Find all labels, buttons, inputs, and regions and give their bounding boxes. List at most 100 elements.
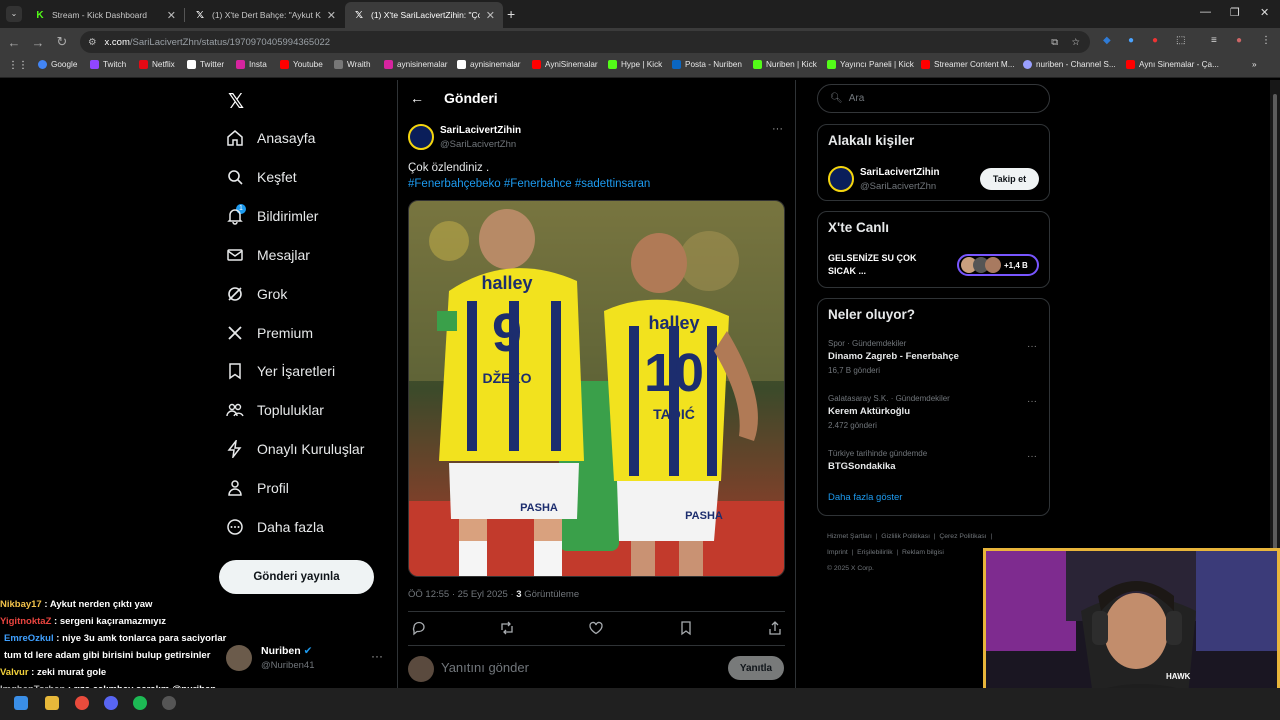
repost-icon[interactable] [499,620,515,636]
live-listeners[interactable]: +1,4 B [957,254,1039,276]
follow-button[interactable]: Takip et [980,168,1039,190]
author-name[interactable]: SariLacivertZihin [440,125,521,136]
share-icon[interactable] [767,620,783,636]
trend-item[interactable]: Spor · Gündemdekiler Dinamo Zagreb - Fene… [828,339,959,375]
apps-icon[interactable]: ⋮⋮ [8,60,28,71]
discord-icon[interactable] [104,696,118,710]
reload-icon[interactable]: ↻ [50,34,74,50]
more-bookmarks-icon[interactable]: » [1252,60,1257,69]
author-avatar[interactable] [828,166,854,192]
nav-item-8[interactable]: Onaylı Kuruluşlar [226,440,364,459]
forward-icon[interactable]: → [26,35,50,50]
bookmark-wraith[interactable]: Wraith [334,60,371,69]
nav-item-10[interactable]: Daha fazla [226,518,324,536]
media-icon[interactable]: ≡ [1211,35,1217,46]
tab-sarilacivert[interactable]: 𝕏 (1) X'te SariLacivertZihin: "Çok ö ✕ [345,2,503,28]
nav-item-6[interactable]: Yer İşaretleri [226,362,335,380]
reply-input[interactable]: Yanıtını gönder [441,660,529,675]
close-tab-icon[interactable]: ✕ [167,9,176,22]
profile-icon[interactable]: ● [1236,35,1242,46]
install-icon[interactable]: ⧉ [1051,37,1058,48]
minimize-button[interactable]: — [1200,6,1211,18]
bookmark-hype-kick[interactable]: Hype | Kick [608,60,662,69]
like-icon[interactable] [588,620,604,636]
footer-link[interactable]: Hizmet Şartları [827,533,872,540]
site-info-icon[interactable]: ⚙ [88,37,97,48]
nav-item-3[interactable]: Mesajlar [226,246,310,264]
extension-icon[interactable]: ● [1152,35,1158,46]
close-tab-icon[interactable]: ✕ [327,9,336,22]
footer-link[interactable]: Erişilebilirlik [857,549,893,556]
nav-item-7[interactable]: Topluluklar [226,401,324,419]
post-image[interactable]: halley 9 DŽEKO halley 10 TADIĆ PASHA PAS… [408,200,785,577]
windows-start-icon[interactable] [14,696,28,710]
nav-item-0[interactable]: Anasayfa [226,129,315,147]
bookmark-nuriben-kick[interactable]: Nuriben | Kick [753,60,817,69]
address-bar[interactable]: ⚙ x.com/SariLacivertZhn/status/197097040… [80,31,1090,53]
bookmark-nuriben-channel[interactable]: nuriben - Channel S... [1023,60,1116,69]
back-arrow-icon[interactable]: ← [410,90,424,106]
maximize-button[interactable]: ❐ [1230,6,1240,19]
x-logo-icon[interactable]: 𝕏 [228,89,244,114]
bookmark-aynisinemalar-yt[interactable]: AyniSinemalar [532,60,598,69]
author-avatar[interactable] [408,124,434,150]
trend-item[interactable]: Galatasaray S.K. · Gündemdekiler Kerem Ak… [828,394,950,430]
bookmark-netflix[interactable]: Netflix [139,60,175,69]
post-hashtags[interactable]: #Fenerbahçebeko #Fenerbahce #sadettinsar… [408,178,650,190]
footer-link[interactable]: Reklam bilgisi [902,549,944,556]
extension-icon[interactable]: ● [1128,35,1134,46]
bookmark-icon[interactable] [678,620,694,636]
footer-link[interactable]: Gizlilik Politikası [881,533,930,540]
bookmark-ayni-sinemalar[interactable]: Aynı Sinemalar - Ça... [1126,60,1219,69]
bookmark-google[interactable]: Google [38,60,77,69]
nav-item-2[interactable]: Bildirimler [226,207,318,225]
spotify-icon[interactable] [133,696,147,710]
bookmark-aynisinemalar-x[interactable]: aynisinemalar [457,60,521,69]
star-icon[interactable]: ☆ [1071,37,1080,48]
nav-item-4[interactable]: Grok [226,285,287,303]
relevant-name[interactable]: SariLacivertZihin [860,167,940,178]
close-tab-icon[interactable]: ✕ [486,9,495,22]
account-switcher[interactable]: Nuriben ✔ @Nuriben41 ··· [226,643,386,677]
puzzle-icon[interactable]: ⬚ [1176,35,1185,46]
back-icon[interactable]: ← [2,35,26,50]
live-text[interactable]: GELSENİZE SU ÇOK SICAK ... [828,252,938,278]
trend-more-icon[interactable]: ··· [1027,451,1037,462]
trend-more-icon[interactable]: ··· [1027,341,1037,352]
trend-item[interactable]: Türkiye tarihinde gündemde BTGSondakika [828,449,927,472]
menu-icon[interactable]: ⋮ [1261,35,1271,46]
post-more-icon[interactable]: ··· [772,123,783,135]
bookmark-twitter[interactable]: Twitter [187,60,224,69]
bookmark-aynisinemalar[interactable]: aynisinemalar [384,60,448,69]
author-handle[interactable]: @SariLacivertZhn [440,139,516,150]
live-card[interactable]: X'te Canlı GELSENİZE SU ÇOK SICAK ... +1… [817,211,1050,288]
bookmark-yayinci-paneli[interactable]: Yayıncı Paneli | Kick [827,60,914,69]
app-icon[interactable] [162,696,176,710]
tab-search-button[interactable]: ⌄ [6,6,22,22]
new-tab-button[interactable]: + [507,6,515,22]
reply-button[interactable]: Yanıtla [728,656,784,680]
bookmark-twitch[interactable]: Twitch [90,60,126,69]
nav-item-5[interactable]: Premium [226,324,313,342]
tab-kick-dashboard[interactable]: K Stream - Kick Dashboard ✕ [26,2,184,28]
relevant-handle[interactable]: @SariLacivertZhn [860,181,936,192]
trend-more-icon[interactable]: ··· [1027,396,1037,407]
chrome-icon[interactable] [75,696,89,710]
file-explorer-icon[interactable] [45,696,59,710]
bookmark-insta[interactable]: Insta [236,60,267,69]
close-window-button[interactable]: ✕ [1260,6,1269,19]
reply-icon[interactable] [411,620,427,636]
search-input[interactable]: 🔍︎ Ara [817,84,1050,113]
show-more-link[interactable]: Daha fazla göster [828,492,902,503]
bookmark-youtube[interactable]: Youtube [280,60,323,69]
footer-link[interactable]: Çerez Politikası [939,533,986,540]
nav-item-1[interactable]: Keşfet [226,168,297,186]
post-button[interactable]: Gönderi yayınla [219,560,374,594]
tab-dert-bahce[interactable]: 𝕏 (1) X'te Dert Bahçe: "Aykut Koca ✕ [186,2,344,28]
shield-icon[interactable]: ◆ [1103,35,1111,46]
bookmark-streamer-content[interactable]: Streamer Content M... [921,60,1015,69]
nav-item-9[interactable]: Profil [226,479,289,497]
footer-link[interactable]: Imprint [827,549,848,556]
bookmark-posta[interactable]: Posta - Nuriben [672,60,742,69]
more-icon[interactable]: ··· [371,649,383,663]
